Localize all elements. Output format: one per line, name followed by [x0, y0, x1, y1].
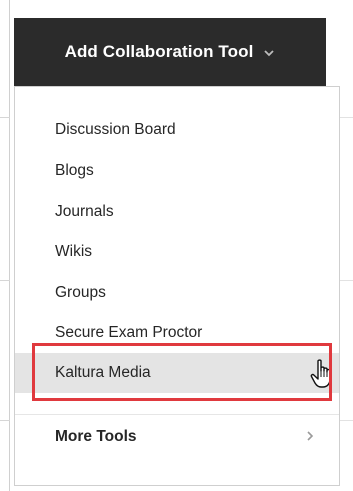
menu-item-kaltura-media[interactable]: Kaltura Media	[15, 353, 339, 393]
menu-item-label: Kaltura Media	[55, 364, 151, 381]
page-divider	[0, 420, 10, 421]
menu-item-label: Wikis	[55, 243, 93, 260]
more-tools-label: More Tools	[55, 428, 137, 445]
menu-item-more-tools[interactable]: More Tools	[15, 415, 339, 459]
hand-pointer-icon	[310, 359, 331, 388]
page-divider	[340, 117, 353, 118]
page-divider	[340, 280, 353, 281]
menu-item-groups[interactable]: Groups	[15, 273, 339, 313]
chevron-down-icon	[264, 50, 275, 57]
menu-item-label: Blogs	[55, 162, 94, 179]
menu-item-label: Groups	[55, 284, 106, 301]
add-collaboration-tool-button[interactable]: Add Collaboration Tool	[14, 18, 326, 86]
menu-item-secure-exam-proctor[interactable]: Secure Exam Proctor	[15, 313, 339, 353]
dropdown-label: Add Collaboration Tool	[64, 42, 254, 61]
menu-item-label: Journals	[55, 203, 114, 220]
menu-item-blogs[interactable]: Blogs	[15, 151, 339, 191]
page-divider	[0, 117, 10, 118]
page-border-left	[9, 0, 10, 491]
menu-item-journals[interactable]: Journals	[15, 192, 339, 232]
page-divider	[0, 280, 10, 281]
menu-item-label: Secure Exam Proctor	[55, 324, 203, 341]
menu-item-discussion-board[interactable]: Discussion Board	[15, 110, 339, 150]
chevron-right-icon	[307, 431, 314, 441]
page-divider	[340, 420, 353, 421]
menu-item-label: Discussion Board	[55, 121, 176, 138]
menu-item-wikis[interactable]: Wikis	[15, 232, 339, 272]
collaboration-tools-menu: Discussion Board Blogs Journals Wikis Gr…	[14, 86, 340, 486]
